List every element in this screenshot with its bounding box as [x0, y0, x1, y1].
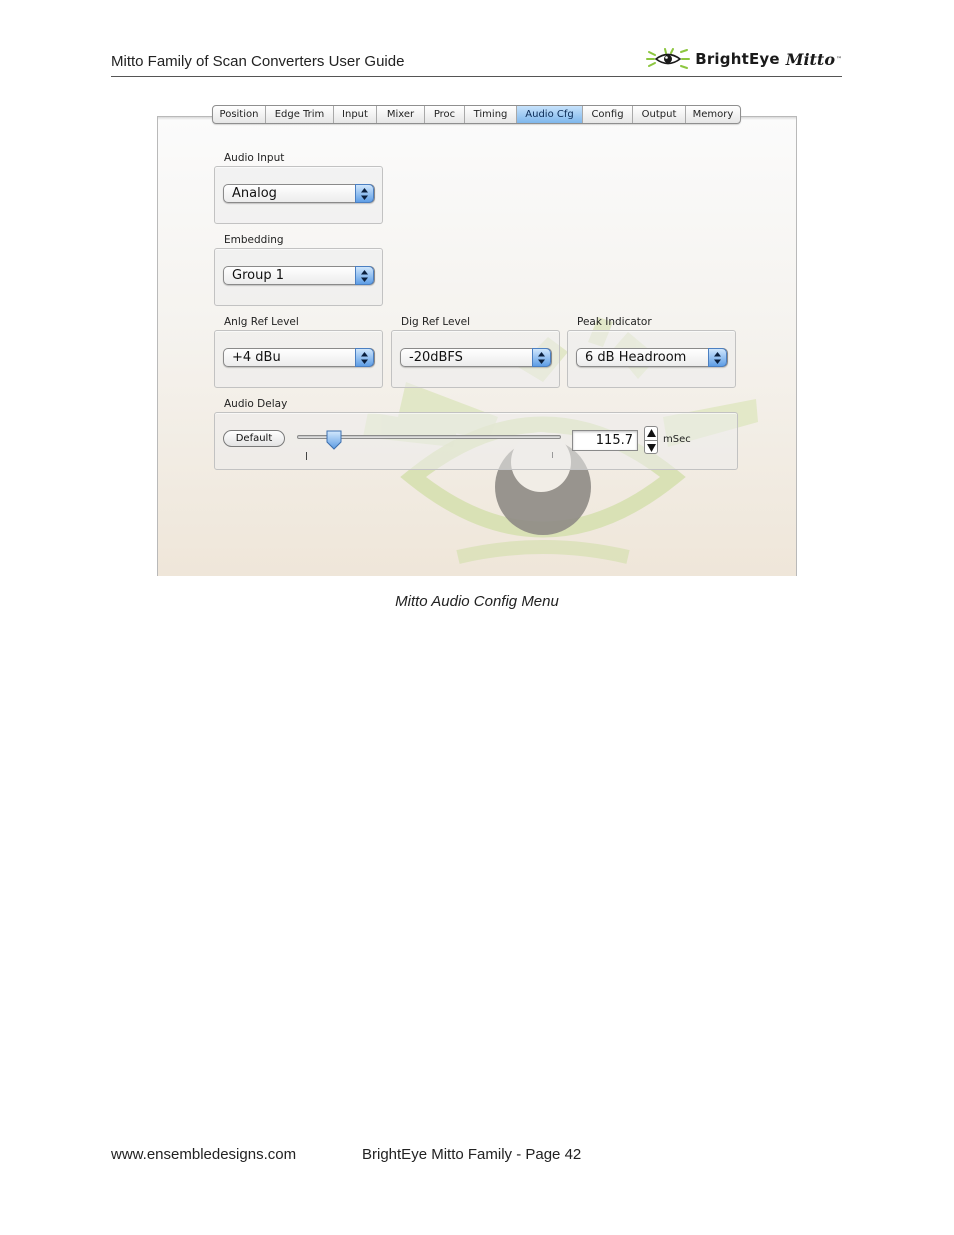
tab-memory[interactable]: Memory: [686, 106, 740, 123]
slider-min-tick: [306, 452, 307, 460]
tab-output[interactable]: Output: [633, 106, 686, 123]
peak-indicator-select[interactable]: 6 dB Headroom: [576, 348, 728, 367]
menu-tab-bar: Position Edge Trim Input Mixer Proc Timi…: [212, 105, 741, 124]
embedding-value: Group 1: [232, 268, 284, 283]
audio-delay-stepper[interactable]: [644, 426, 658, 454]
brand-logo: BrightEye Mitto ™: [645, 47, 842, 71]
audio-delay-input[interactable]: 115.7: [572, 430, 638, 451]
tab-timing[interactable]: Timing: [465, 106, 517, 123]
dig-ref-level-label: Dig Ref Level: [401, 316, 471, 328]
tab-config[interactable]: Config: [583, 106, 633, 123]
peak-indicator-value: 6 dB Headroom: [585, 350, 687, 365]
anlg-ref-level-select[interactable]: +4 dBu: [223, 348, 375, 367]
tab-audio-cfg[interactable]: Audio Cfg: [517, 106, 583, 123]
audio-delay-slider-thumb[interactable]: [325, 430, 343, 450]
updown-arrows-icon: [355, 266, 374, 285]
slider-max-tick: [552, 452, 553, 458]
tab-position[interactable]: Position: [213, 106, 266, 123]
audio-input-label: Audio Input: [224, 152, 285, 164]
peak-indicator-label: Peak Indicator: [577, 316, 652, 328]
dig-ref-level-value: -20dBFS: [409, 350, 463, 365]
audio-input-select[interactable]: Analog: [223, 184, 375, 203]
tab-proc[interactable]: Proc: [425, 106, 465, 123]
audio-input-value: Analog: [232, 186, 277, 201]
audio-delay-group: [214, 412, 738, 470]
stepper-divider: [645, 440, 657, 441]
anlg-ref-level-label: Anlg Ref Level: [224, 316, 299, 328]
updown-arrows-icon: [355, 184, 374, 203]
tab-edge-trim[interactable]: Edge Trim: [266, 106, 334, 123]
embedding-select[interactable]: Group 1: [223, 266, 375, 285]
embedding-label: Embedding: [224, 234, 284, 246]
trademark-symbol: ™: [836, 55, 842, 63]
document-header: Mitto Family of Scan Converters User Gui…: [111, 48, 842, 77]
arrow-down-icon[interactable]: [647, 444, 656, 452]
default-button[interactable]: Default: [223, 430, 285, 447]
figure-caption: Mitto Audio Config Menu: [395, 593, 559, 610]
anlg-ref-level-value: +4 dBu: [232, 350, 281, 365]
audio-delay-label: Audio Delay: [224, 398, 288, 410]
tab-input[interactable]: Input: [334, 106, 377, 123]
document-title: Mitto Family of Scan Converters User Gui…: [111, 53, 405, 70]
eye-logo-icon: [646, 48, 691, 69]
brand-product: Mitto: [785, 49, 835, 69]
tab-mixer[interactable]: Mixer: [377, 106, 425, 123]
updown-arrows-icon: [708, 348, 727, 367]
brand-name: BrightEye: [695, 50, 780, 68]
dig-ref-level-select[interactable]: -20dBFS: [400, 348, 552, 367]
updown-arrows-icon: [532, 348, 551, 367]
arrow-up-icon[interactable]: [647, 429, 656, 437]
audio-delay-unit: mSec: [663, 434, 691, 445]
updown-arrows-icon: [355, 348, 374, 367]
footer-page-number: BrightEye Mitto Family - Page 42: [362, 1146, 582, 1163]
footer-website: www.ensembledesigns.com: [111, 1146, 297, 1163]
